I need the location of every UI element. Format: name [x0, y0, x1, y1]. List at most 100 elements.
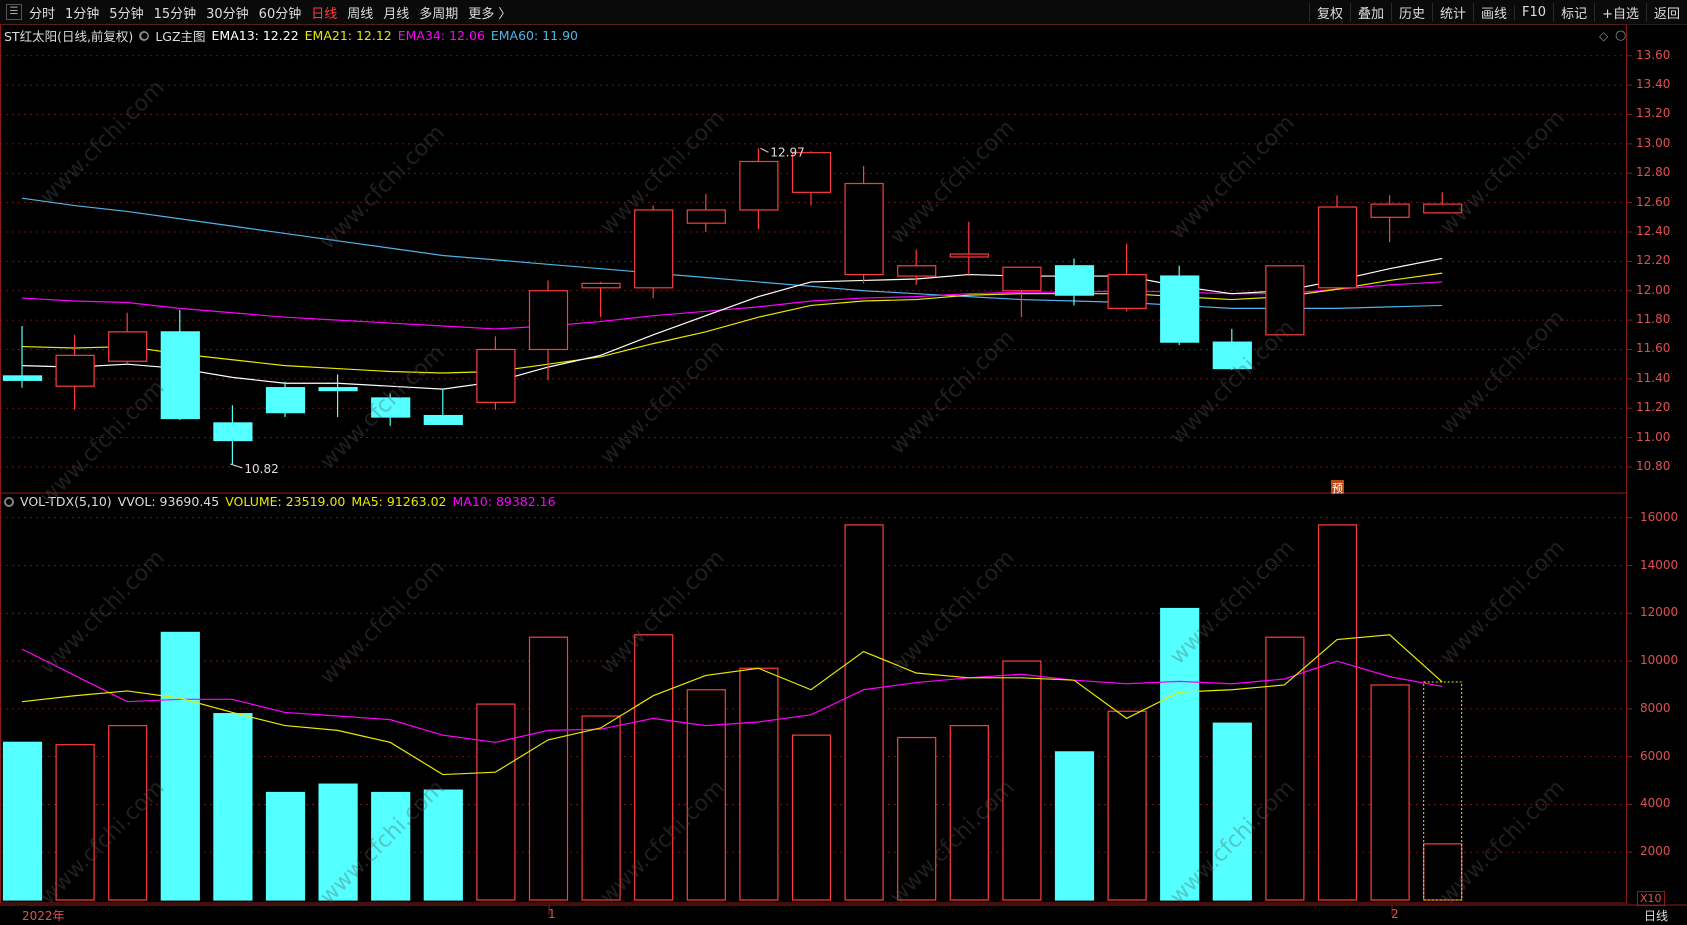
- period-tab-7[interactable]: 周线: [342, 3, 378, 22]
- tool-button-8[interactable]: 返回: [1645, 2, 1687, 22]
- candle-body: [55, 354, 95, 387]
- tool-button-0[interactable]: 复权: [1308, 2, 1350, 22]
- vol-indicator-name[interactable]: VOL-TDX(5,10): [20, 494, 112, 509]
- forecast-badge-label: 预: [1332, 482, 1343, 495]
- volume-bar: [634, 634, 674, 901]
- price-tick-label: 10.80: [1636, 458, 1671, 473]
- volume-bar: [1370, 684, 1410, 901]
- period-tab-9[interactable]: 多周期: [414, 3, 463, 22]
- volume-bar: [108, 724, 148, 901]
- tool-button-1[interactable]: 叠加: [1349, 2, 1391, 22]
- diamond-icon[interactable]: ◇: [1599, 29, 1608, 43]
- volume-bar: [1265, 636, 1305, 901]
- period-tab-6[interactable]: 日线: [306, 3, 342, 22]
- tool-button-4[interactable]: 画线: [1473, 2, 1514, 22]
- collapse-icon[interactable]: ●: [139, 30, 150, 41]
- price-tick-label: 12.40: [1636, 223, 1671, 238]
- ma5-value: MA5: 91263.02: [351, 494, 447, 509]
- price-tick-label: 12.80: [1636, 165, 1671, 180]
- vvol-value: VVOL: 93690.45: [117, 494, 220, 509]
- price-tick-label: 13.60: [1636, 47, 1671, 62]
- volume-bar: [949, 724, 989, 901]
- stock-title: ST红太阳(日线,前复权): [4, 29, 134, 44]
- volume-bar: [1212, 722, 1252, 901]
- ema60-line: [21, 197, 1443, 309]
- tool-button-5[interactable]: F10: [1514, 4, 1553, 20]
- period-tab-5[interactable]: 60分钟: [254, 3, 307, 22]
- candle-body: [739, 160, 779, 211]
- candle-body: [844, 182, 884, 276]
- volume-bar: [476, 703, 516, 901]
- price-tick-label: 13.00: [1636, 135, 1671, 150]
- period-tab-10[interactable]: 更多 〉: [463, 3, 516, 22]
- volume-bar: [1423, 843, 1463, 901]
- volume-bar: [423, 789, 463, 901]
- price-tick-label: 11.40: [1636, 370, 1671, 385]
- low-label: 10.82: [244, 462, 278, 476]
- volume-legend: ● VOL-TDX(5,10) VVOL: 93690.45 VOLUME: 2…: [4, 494, 562, 509]
- tool-button-3[interactable]: 统计: [1432, 2, 1473, 22]
- x-label-month-1: 1: [548, 907, 556, 921]
- period-tab-8[interactable]: 月线: [378, 3, 414, 22]
- volume-multiplier: X10: [1637, 891, 1665, 906]
- volume-bar: [739, 667, 779, 901]
- period-tab-3[interactable]: 15分钟: [149, 3, 202, 22]
- candle-body: [1265, 265, 1305, 336]
- period-tab-2[interactable]: 5分钟: [104, 3, 148, 22]
- volume-bar: [213, 713, 253, 901]
- ema60-value: EMA60: 11.90: [490, 28, 578, 43]
- candle-body: [1317, 206, 1358, 289]
- collapse-icon[interactable]: ●: [4, 496, 14, 507]
- candle-body: [371, 397, 411, 418]
- candle-body: [2, 375, 43, 381]
- volume-bar: [528, 636, 569, 901]
- volume-bar: [686, 689, 726, 901]
- period-toolbar: ☰ 分时 1分钟 5分钟 15分钟 30分钟 60分钟 日线 周线 月线 多周期 更多 〉 复权 叠加…: [0, 0, 1687, 25]
- ma10-value: MA10: 89382.16: [452, 494, 556, 509]
- close-icon[interactable]: ○: [1615, 28, 1626, 43]
- tool-buttons: 复权 叠加 历史 统计 画线 F10 标记 +自选 返回: [1308, 0, 1687, 24]
- ema13-line: [21, 257, 1443, 390]
- candle-body: [1054, 265, 1095, 296]
- volume-bars: [2, 524, 1463, 901]
- low-marker: [230, 463, 243, 469]
- tool-button-2[interactable]: 历史: [1390, 2, 1432, 22]
- candle-body: [213, 422, 253, 442]
- volume-value: VOLUME: 23519.00: [225, 494, 346, 509]
- candle-body: [1212, 341, 1252, 370]
- kline-chart[interactable]: 12.97 10.82 预: [0, 24, 1687, 925]
- tool-button-6[interactable]: 标记: [1553, 2, 1594, 22]
- x-label-year: 2022年: [22, 909, 65, 923]
- candle-body: [1160, 275, 1200, 343]
- candle-body: [160, 331, 200, 420]
- candle-body: [686, 209, 726, 224]
- candle-body: [1370, 203, 1410, 218]
- volume-bar: [1107, 710, 1147, 901]
- volume-bar: [844, 524, 884, 901]
- price-tick-label: 11.20: [1636, 400, 1671, 415]
- x-label-month-2: 2: [1391, 907, 1399, 921]
- candle-body: [108, 331, 148, 362]
- period-tab-1[interactable]: 1分钟: [60, 3, 104, 22]
- period-tab-0[interactable]: 分时: [24, 3, 60, 22]
- price-tick-label: 12.60: [1636, 194, 1671, 209]
- candle-body: [528, 290, 569, 351]
- high-marker: [760, 147, 769, 153]
- candle-body: [423, 414, 463, 425]
- indicator-name[interactable]: LGZ主图: [155, 26, 205, 45]
- volume-tick-label: 2000: [1640, 844, 1671, 859]
- volume-bar: [371, 791, 411, 901]
- ema34-line: [21, 281, 1443, 330]
- volume-tick-label: 10000: [1640, 653, 1679, 668]
- price-tick-label: 12.20: [1636, 253, 1671, 268]
- tool-button-7[interactable]: +自选: [1594, 2, 1646, 22]
- candle-body: [265, 387, 306, 414]
- period-tab-4[interactable]: 30分钟: [201, 3, 254, 22]
- ema21-value: EMA21: 12.12: [304, 28, 392, 43]
- candle-body: [1423, 203, 1463, 214]
- menu-icon[interactable]: ☰: [6, 4, 22, 20]
- volume-tick-label: 14000: [1640, 557, 1679, 572]
- volume-bar: [2, 741, 43, 901]
- volume-bar: [55, 744, 95, 901]
- volume-tick-label: 12000: [1640, 605, 1679, 620]
